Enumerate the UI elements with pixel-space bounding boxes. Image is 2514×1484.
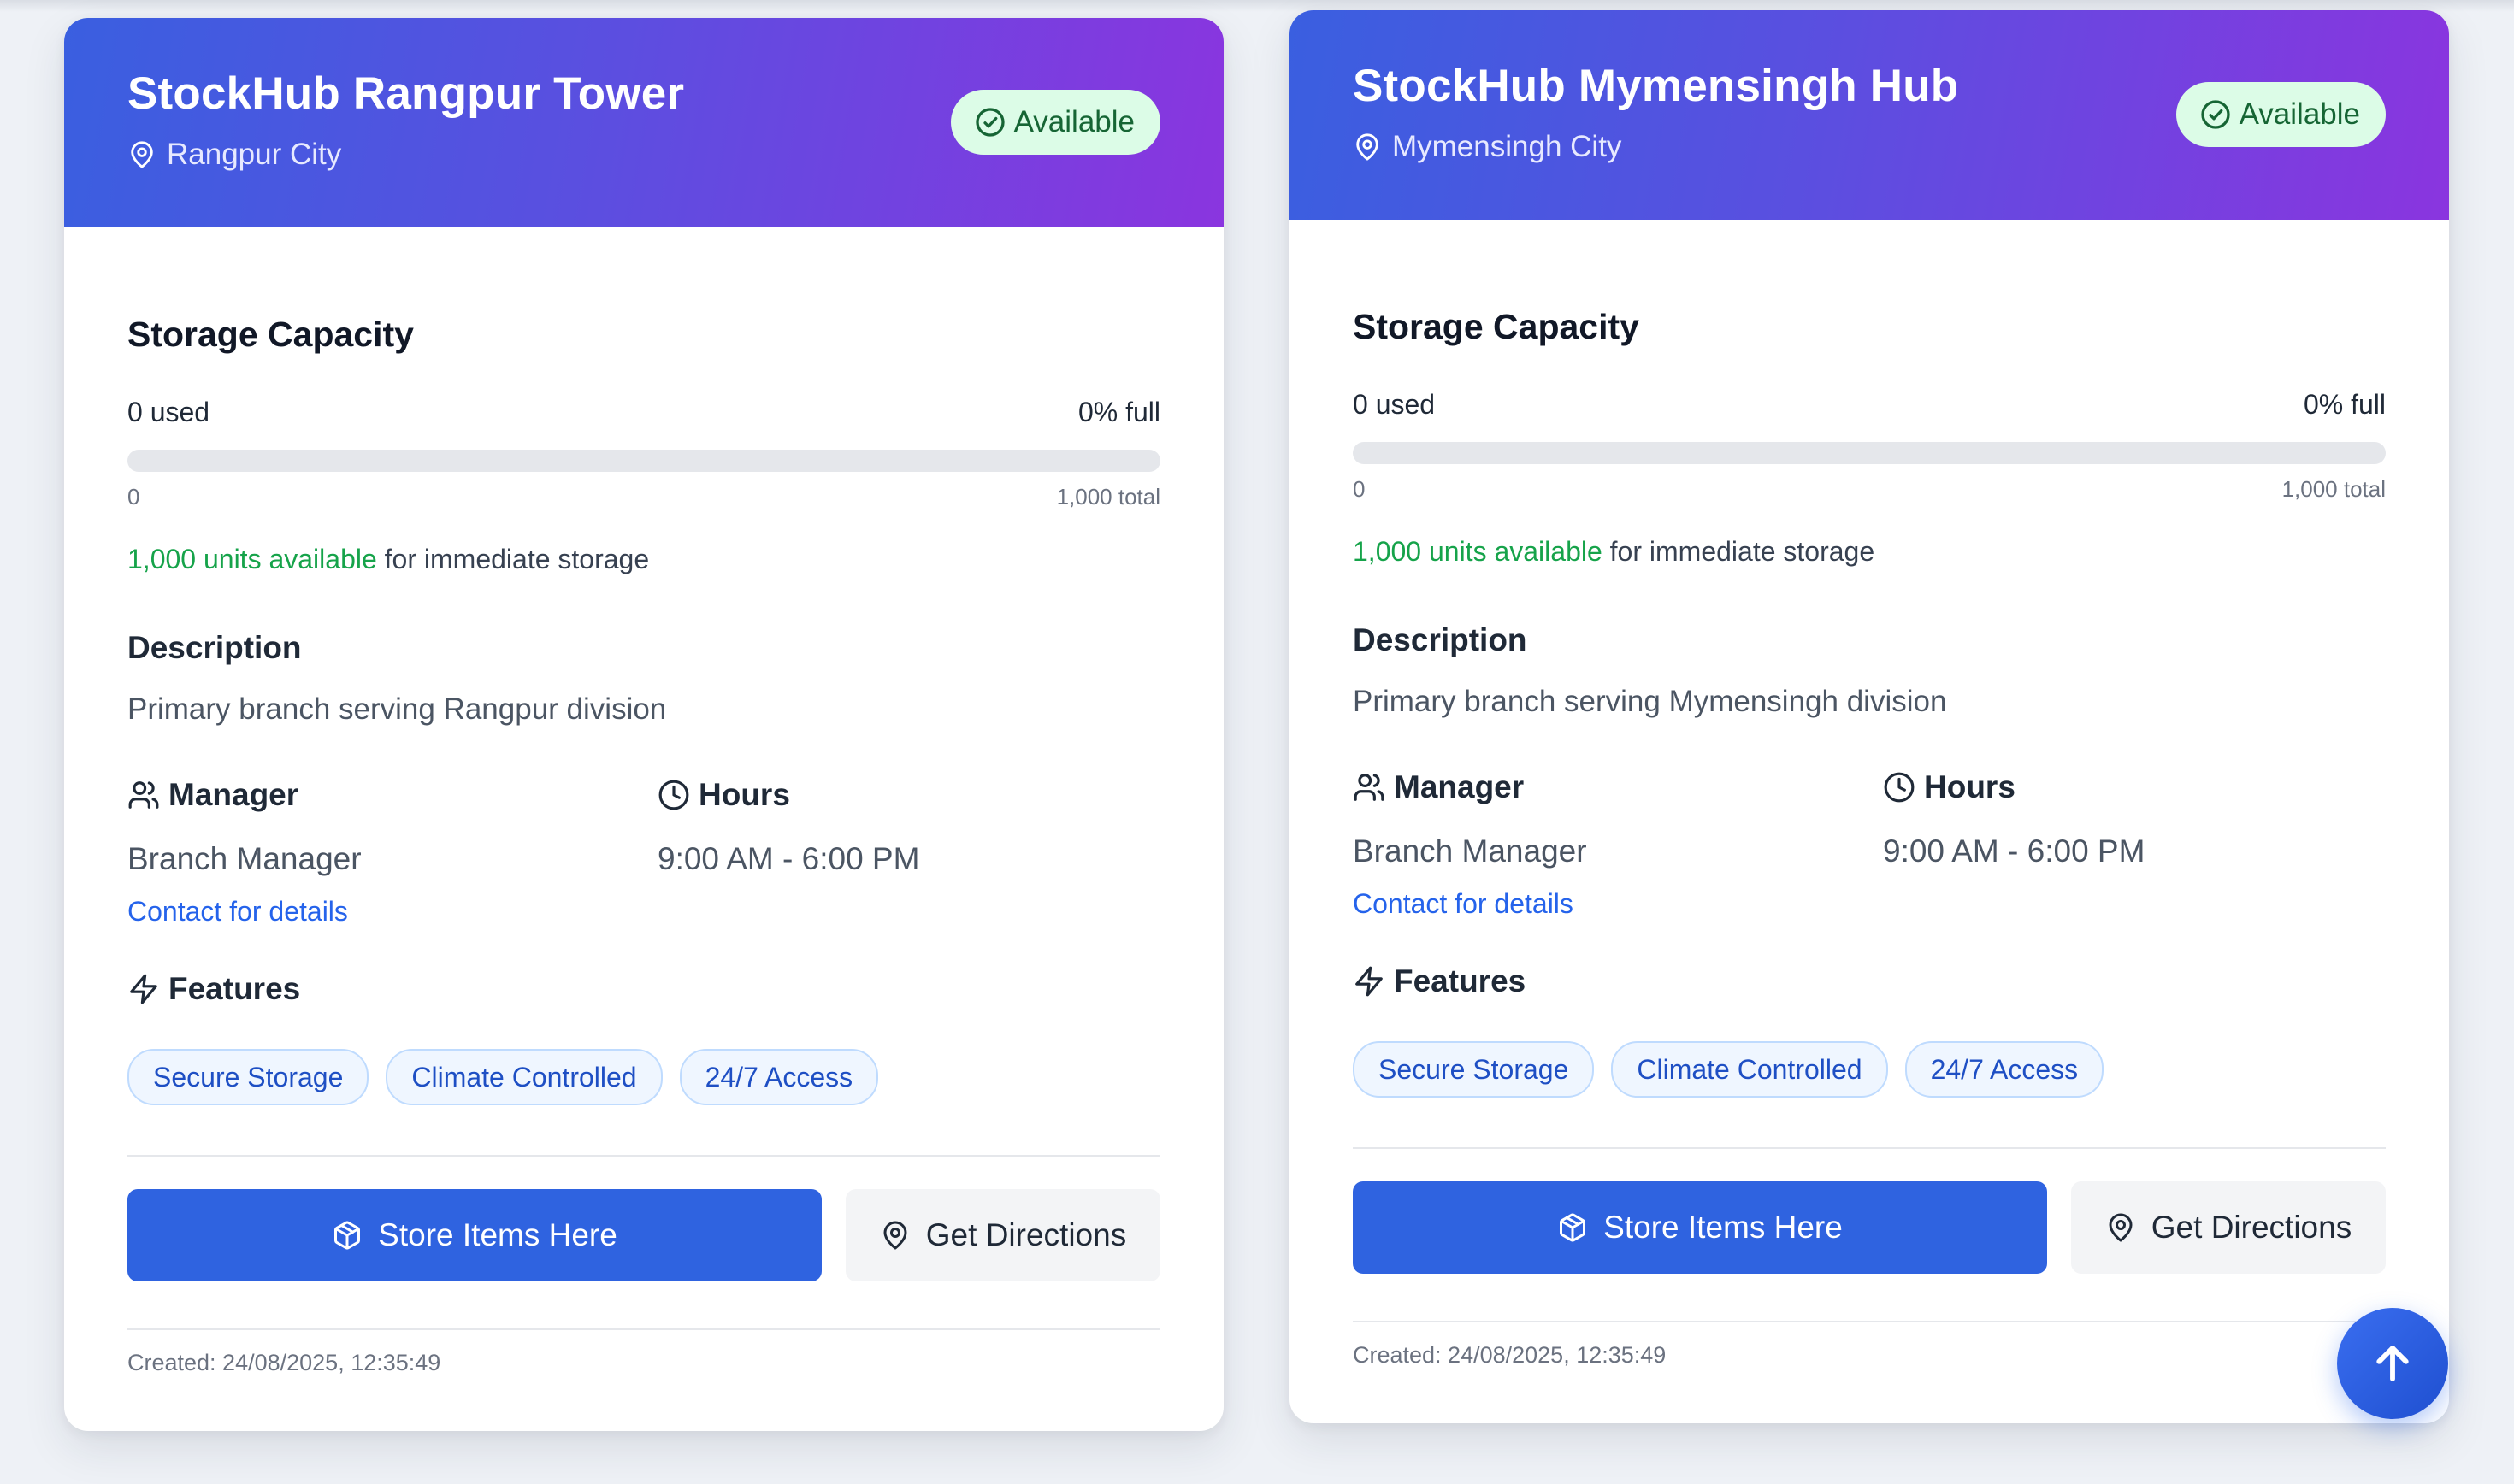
scroll-to-top-button[interactable] [2337,1308,2448,1419]
range-min: 0 [1353,476,1366,502]
manager-heading: Manager [1353,769,1524,805]
card-header: StockHub Mymensingh Hub Mymensingh City … [1289,10,2449,220]
description-heading: Description [127,630,302,665]
clock-icon [658,780,689,810]
status-label: Available [2239,97,2360,131]
used-count: 0 used [1353,389,1436,420]
clock-icon [1884,772,1915,803]
package-icon [334,1221,361,1250]
status-badge: Available [950,90,1160,155]
availability-suffix: for immediate storage [376,544,650,574]
units-available: 1,000 units available [1353,536,1602,567]
warehouse-name: StockHub Rangpur Tower [127,68,685,119]
capacity-progress-bar [1353,442,2386,464]
created-timestamp: Created: 24/08/2025, 12:35:49 [1353,1342,1667,1368]
feature-chip: Secure Storage [127,1049,369,1105]
contact-link[interactable]: Contact for details [127,896,348,928]
users-icon [1354,774,1384,801]
feature-chips: Secure Storage Climate Controlled 24/7 A… [127,1049,879,1105]
capacity-range: 0 1,000 total [127,484,1160,510]
manager-name: Branch Manager [127,841,362,876]
storage-capacity-heading: Storage Capacity [127,315,414,354]
range-total: 1,000 total [1056,484,1160,509]
warehouse-card: StockHub Rangpur Tower Rangpur City Avai… [64,18,1224,1431]
warehouse-location: Mymensingh City [1353,130,1621,164]
get-directions-button[interactable]: Get Directions [846,1189,1160,1281]
status-label: Available [1013,105,1135,138]
manager-name: Branch Manager [1353,833,1587,869]
capacity-summary: 0 used 0% full [1353,389,2386,421]
card-body: Storage Capacity 0 used 0% full 0 1,000 … [1353,220,2386,1423]
features-heading: Features [127,971,300,1007]
divider [127,1328,1160,1330]
arrow-up-icon [2376,1346,2409,1381]
map-pin-icon [883,1221,907,1250]
store-items-button[interactable]: Store Items Here [1353,1181,2047,1274]
map-pin-icon [131,141,153,168]
availability-text: 1,000 units available for immediate stor… [127,544,649,575]
description-heading: Description [1353,622,1527,657]
units-available: 1,000 units available [127,544,377,574]
users-icon [128,781,159,809]
get-directions-label: Get Directions [2151,1210,2352,1245]
storage-capacity-heading: Storage Capacity [1353,307,1639,346]
divider [1353,1147,2386,1149]
feature-chip: Climate Controlled [1611,1041,1888,1098]
description-text: Primary branch serving Rangpur division [127,692,667,726]
capacity-progress-bar [127,450,1160,472]
range-min: 0 [127,484,140,509]
full-percent: 0% full [1077,397,1160,427]
range-total: 1,000 total [2281,476,2386,502]
capacity-summary: 0 used 0% full [127,397,1160,428]
card-header: StockHub Rangpur Tower Rangpur City Avai… [64,18,1224,227]
hours-heading: Hours [658,777,790,813]
feature-chip: Climate Controlled [386,1049,663,1105]
feature-chip: Secure Storage [1353,1041,1595,1098]
check-circle-icon [975,108,1005,137]
used-count: 0 used [127,397,210,427]
hours-heading-label: Hours [699,777,790,812]
get-directions-button[interactable]: Get Directions [2071,1181,2386,1274]
capacity-range: 0 1,000 total [1353,476,2386,503]
location-label: Rangpur City [167,138,342,171]
warehouse-card: StockHub Mymensingh Hub Mymensingh City … [1289,10,2449,1423]
contact-link[interactable]: Contact for details [1353,888,1573,920]
lightning-icon [1355,966,1383,997]
features-heading-label: Features [168,971,301,1006]
full-percent: 0% full [2303,389,2386,420]
manager-heading-label: Manager [1394,769,1525,804]
store-items-button[interactable]: Store Items Here [127,1189,822,1281]
manager-heading: Manager [127,777,298,813]
divider [1353,1321,2386,1322]
availability-suffix: for immediate storage [1602,536,1875,567]
check-circle-icon [2200,100,2230,129]
hours-heading: Hours [1883,769,2015,805]
warehouse-location: Rangpur City [127,138,341,172]
features-heading: Features [1353,963,1526,999]
hours-value: 9:00 AM - 6:00 PM [658,841,920,876]
manager-heading-label: Manager [168,777,299,812]
created-timestamp: Created: 24/08/2025, 12:35:49 [127,1350,441,1375]
availability-text: 1,000 units available for immediate stor… [1353,536,1874,568]
package-icon [1560,1213,1586,1242]
feature-chip: 24/7 Access [679,1049,879,1105]
store-items-label: Store Items Here [378,1217,617,1252]
status-badge: Available [2175,82,2386,147]
map-pin-icon [1356,133,1378,161]
location-label: Mymensingh City [1392,130,1622,163]
store-items-label: Store Items Here [1603,1210,1843,1245]
map-pin-icon [2109,1213,2133,1242]
features-heading-label: Features [1394,963,1526,998]
divider [127,1155,1160,1157]
feature-chips: Secure Storage Climate Controlled 24/7 A… [1353,1041,2104,1098]
hours-value: 9:00 AM - 6:00 PM [1883,833,2145,869]
lightning-icon [130,974,157,1004]
card-body: Storage Capacity 0 used 0% full 0 1,000 … [127,227,1160,1431]
warehouse-name: StockHub Mymensingh Hub [1353,61,1959,111]
hours-heading-label: Hours [1924,769,2015,804]
get-directions-label: Get Directions [925,1217,1127,1252]
description-text: Primary branch serving Mymensingh divisi… [1353,685,1947,718]
feature-chip: 24/7 Access [1904,1041,2104,1098]
